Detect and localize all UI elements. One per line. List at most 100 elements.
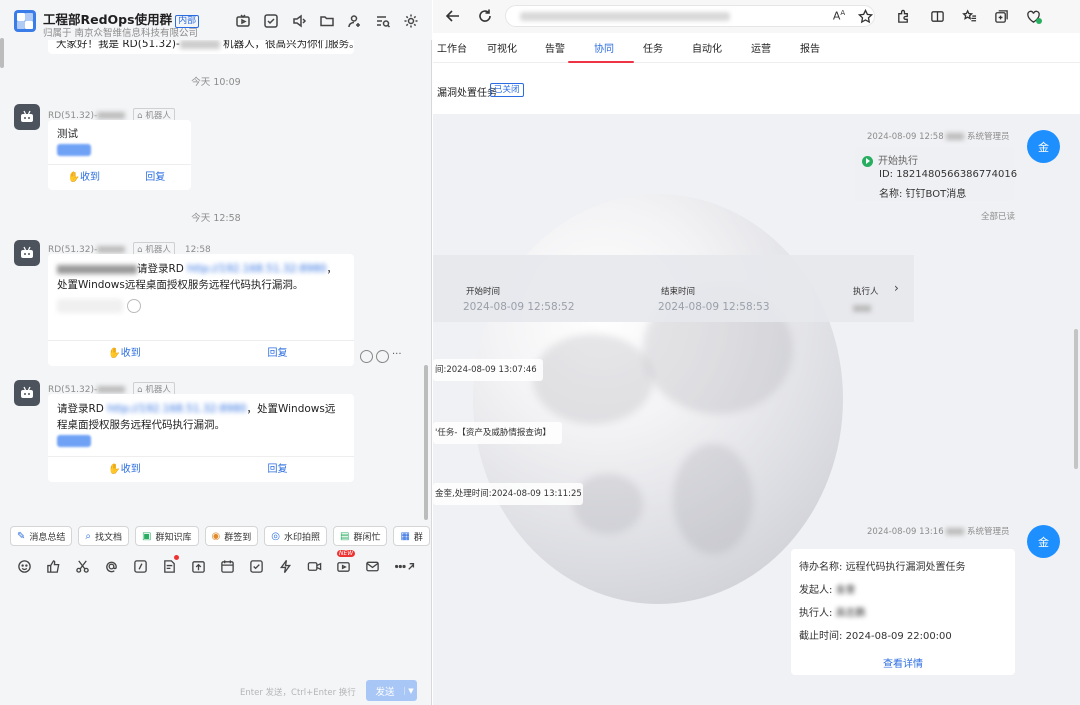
- collaboration-feed[interactable]: 2024-08-09 12:58 系统管理员 金 开始执行 ID: 182148…: [433, 114, 1080, 705]
- time-divider: 今天 10:09: [191, 77, 241, 88]
- back-arrow-icon[interactable]: [445, 8, 461, 24]
- executor-label: 执行人: [853, 287, 879, 297]
- settings-icon[interactable]: [402, 12, 420, 30]
- message-list[interactable]: 大家好！我是 RD(51.32)- 机器人，很高兴为你们服务。 今天 10:09…: [0, 40, 432, 520]
- at-icon[interactable]: [103, 558, 119, 574]
- thumb-icon[interactable]: [45, 558, 61, 574]
- todo-name: 待办名称: 远程代码执行漏洞处置任务: [799, 562, 966, 573]
- scissors-icon[interactable]: [74, 558, 90, 574]
- speaker-icon[interactable]: [290, 12, 308, 30]
- bot-avatar[interactable]: [14, 104, 40, 130]
- reaction-chip[interactable]: [57, 299, 123, 313]
- intro-text: 大家好！我是 RD(51.32)-: [56, 40, 180, 50]
- scrollbar-left[interactable]: [0, 38, 4, 68]
- timeline-row: 开始时间 结束时间 执行人 2024-08-09 12:58:52 2024-0…: [433, 255, 914, 322]
- refresh-icon[interactable]: [477, 8, 493, 24]
- bot-avatar[interactable]: [14, 240, 40, 266]
- add-user-icon[interactable]: [346, 12, 364, 30]
- upload-icon[interactable]: [190, 558, 206, 574]
- emoji-react-icon[interactable]: [360, 350, 373, 363]
- find-doc-button[interactable]: ⌕ 找文档: [78, 526, 130, 546]
- slash-icon[interactable]: [132, 558, 148, 574]
- address-bar[interactable]: [505, 5, 875, 27]
- calendar-icon[interactable]: [219, 558, 235, 574]
- reply-button[interactable]: 回复: [201, 341, 354, 366]
- deadline: 截止时间: 2024-08-09 22:00:00: [799, 631, 952, 642]
- tab-reports[interactable]: 报告: [800, 40, 820, 55]
- rd-link[interactable]: http://192.168.51.32:8980: [187, 263, 326, 275]
- mention-blur: [57, 264, 137, 274]
- chat-header: 工程部RedOps使用群 内部 归属于 南京众智维信息科技有限公司: [0, 0, 432, 40]
- log-entry: '任务-【资产及威胁情报查询】: [433, 422, 562, 444]
- video-icon[interactable]: [306, 558, 322, 574]
- bolt-icon[interactable]: [277, 558, 293, 574]
- tab-collaboration[interactable]: 协同: [594, 40, 614, 55]
- emoji-icon[interactable]: [16, 558, 32, 574]
- group-avatar[interactable]: [14, 10, 36, 32]
- checkin-button[interactable]: ◉ 群签到: [204, 526, 259, 546]
- mention-chip[interactable]: [57, 435, 91, 447]
- received-button[interactable]: ✋收到: [48, 457, 201, 482]
- comment-icon[interactable]: [376, 350, 389, 363]
- task-header: 漏洞处置任务 已关闭: [433, 63, 1080, 114]
- bot-avatar[interactable]: [14, 380, 40, 406]
- checkbox-icon[interactable]: [262, 12, 280, 30]
- intro-suffix: 机器人，很高兴为你们服务。: [219, 40, 360, 50]
- reply-button[interactable]: 回复: [120, 165, 192, 190]
- received-button[interactable]: ✋收到: [48, 165, 120, 190]
- scrollbar[interactable]: [424, 365, 428, 520]
- message-timestamp: 2024-08-09 12:58 系统管理员: [867, 132, 1010, 142]
- chevron-right-icon[interactable]: ›: [894, 281, 899, 295]
- favorite-star-icon[interactable]: [857, 8, 873, 24]
- mail-icon[interactable]: [364, 558, 380, 574]
- intro-message: 大家好！我是 RD(51.32)- 机器人，很高兴为你们服务。: [48, 40, 360, 54]
- doc-icon[interactable]: [161, 555, 179, 574]
- send-button[interactable]: 发送 ▼: [366, 680, 417, 701]
- tab-tasks[interactable]: 任务: [643, 40, 663, 55]
- reply-button[interactable]: 回复: [201, 457, 354, 482]
- app-nav: 工作台 可视化 告警 协同 任务 自动化 运营 报告: [433, 33, 1080, 63]
- read-aloud-icon[interactable]: AA: [831, 8, 847, 24]
- tab-alerts[interactable]: 告警: [545, 40, 565, 55]
- message-timestamp: 2024-08-09 13:16 系统管理员: [867, 527, 1010, 537]
- message-bubble: 请登录RD http://192.168.51.32:8980，处置Window…: [48, 254, 354, 366]
- more-icon[interactable]: [393, 558, 417, 574]
- browser-essentials-icon[interactable]: [1025, 8, 1042, 24]
- add-reaction-icon[interactable]: [127, 299, 141, 313]
- rd-link[interactable]: http://192.168.51.32:8980: [107, 403, 246, 415]
- tab-workbench[interactable]: 工作台: [437, 40, 467, 55]
- chat-window: 工程部RedOps使用群 内部 归属于 南京众智维信息科技有限公司 大家好！我是 …: [0, 0, 432, 705]
- read-status: 全部已读: [981, 212, 1016, 222]
- received-button[interactable]: ✋收到: [48, 341, 201, 366]
- folder-icon[interactable]: [318, 12, 336, 30]
- task-id: ID: 1821480566386774016: [879, 169, 1018, 180]
- favorites-list-icon[interactable]: [961, 8, 977, 24]
- tab-automation[interactable]: 自动化: [692, 40, 722, 55]
- end-time-value: 2024-08-09 12:58:53: [658, 301, 770, 313]
- collections-icon[interactable]: [993, 8, 1009, 24]
- busy-status-button[interactable]: ▤ 群闲忙: [333, 526, 388, 546]
- new-badge: NEW: [337, 550, 356, 557]
- avatar[interactable]: 金: [1027, 130, 1060, 163]
- live-icon[interactable]: NEW: [335, 550, 356, 574]
- tv-icon[interactable]: [234, 12, 252, 30]
- tab-operations[interactable]: 运营: [751, 40, 771, 55]
- more-icon[interactable]: ···: [392, 350, 402, 363]
- check-icon[interactable]: [248, 558, 264, 574]
- task-title: 漏洞处置任务: [437, 88, 497, 99]
- avatar[interactable]: 金: [1027, 525, 1060, 558]
- extensions-icon[interactable]: [895, 8, 911, 24]
- group-more-button[interactable]: ▦ 群: [393, 526, 430, 546]
- knowledge-base-button[interactable]: ▣ 群知识库: [135, 526, 199, 546]
- mention-chip[interactable]: [57, 144, 91, 156]
- tab-visualization[interactable]: 可视化: [487, 40, 517, 55]
- feed-scrollbar[interactable]: [1074, 329, 1078, 469]
- search-list-icon[interactable]: [374, 12, 392, 30]
- watermark-photo-button[interactable]: ◎ 水印拍照: [264, 526, 327, 546]
- message-text: 测试: [57, 128, 78, 140]
- executor: 执行人: 高志鹏: [799, 608, 866, 619]
- split-screen-icon[interactable]: [929, 8, 945, 24]
- summary-button[interactable]: ✎ 消息总结: [10, 526, 73, 546]
- view-details-link[interactable]: 查看详情: [791, 655, 1015, 670]
- send-options-chevron-icon[interactable]: ▼: [404, 686, 417, 695]
